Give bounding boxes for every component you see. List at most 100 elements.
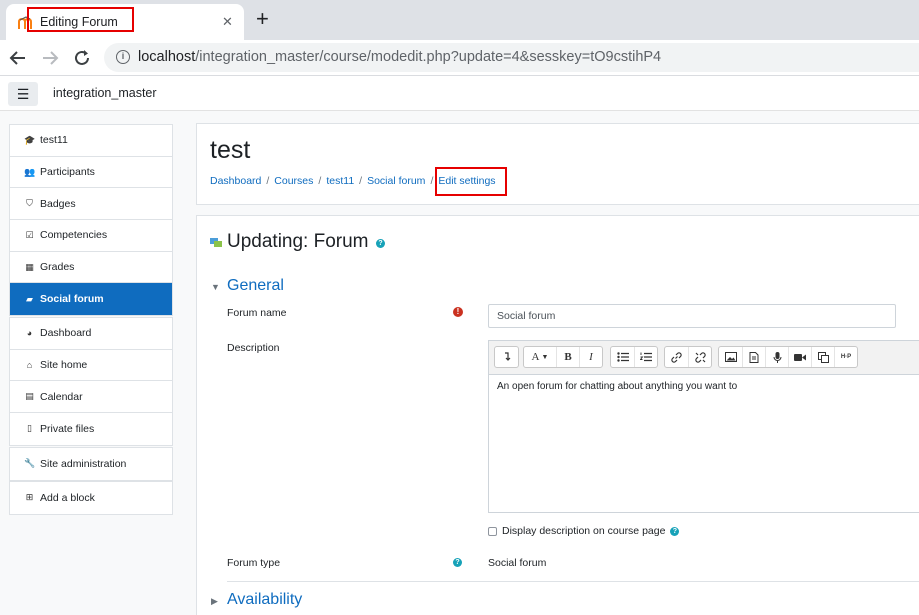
sidebar-item-site-home[interactable]: ⌂ Site home <box>10 350 172 382</box>
section-availability-header[interactable]: Availability <box>227 591 302 609</box>
manage-files-button[interactable] <box>811 347 834 367</box>
new-tab-button[interactable]: + <box>256 8 269 30</box>
add-block-nav-block: ⊞ Add a block <box>9 481 173 515</box>
help-icon[interactable]: ? <box>670 526 680 536</box>
arrow-right-icon <box>43 51 59 65</box>
page-header-card: test Dashboard / Courses / test11/Social for… <box>196 123 919 205</box>
admin-nav-block: 🔧 Site administration <box>9 447 173 481</box>
sidebar-item-dashboard[interactable]: ◕ Dashboard <box>10 318 172 350</box>
graduation-cap-icon: 🎓 <box>24 134 36 145</box>
toolbar-group-style: A ▼ B I <box>523 346 603 368</box>
link-button[interactable] <box>665 347 688 367</box>
toolbar-group-links <box>664 346 712 368</box>
display-description-label: Display description on course page <box>502 525 666 537</box>
sidebar-item-private-files[interactable]: ▯ Private files <box>10 413 172 445</box>
add-block-button[interactable]: ⊞ Add a block <box>10 482 172 514</box>
plus-square-icon: ⊞ <box>25 492 34 503</box>
help-icon[interactable]: ? <box>453 558 462 567</box>
address-bar[interactable]: i localhost/integration_master/course/mo… <box>104 43 919 72</box>
description-label: Description <box>227 342 280 354</box>
italic-button[interactable]: I <box>579 347 602 367</box>
forum-type-label: Forum type <box>227 557 281 569</box>
breadcrumb-social-forum[interactable]: Social forum <box>367 175 425 187</box>
document-icon <box>749 351 759 363</box>
microphone-icon <box>773 351 781 363</box>
breadcrumb-dashboard[interactable]: Dashboard <box>210 175 261 187</box>
section-general-header[interactable]: General <box>227 277 284 295</box>
site-info-icon[interactable]: i <box>116 50 130 64</box>
unordered-list-button[interactable] <box>611 347 634 367</box>
close-tab-icon[interactable]: ✕ <box>222 14 233 30</box>
wrench-icon: 🔧 <box>24 458 36 469</box>
forum-name-input[interactable] <box>488 304 896 328</box>
bullet-list-icon <box>616 352 629 362</box>
chevron-right-icon[interactable]: ▶ <box>211 596 218 607</box>
media-manager-button[interactable] <box>742 347 765 367</box>
sidebar-item-test11[interactable]: 🎓 test11 <box>10 125 172 157</box>
calendar-icon: ▤ <box>25 391 34 402</box>
insert-image-button[interactable] <box>719 347 742 367</box>
url-text: localhost/integration_master/course/mode… <box>138 49 662 65</box>
record-video-button[interactable] <box>788 347 811 367</box>
site-name-link[interactable]: integration_master <box>53 86 157 100</box>
reload-icon <box>75 50 89 65</box>
browser-tab-strip: Editing Forum ✕ + <box>0 0 919 40</box>
description-editor: A ▼ B I H·P An open forum for chatting a… <box>488 340 919 513</box>
record-audio-button[interactable] <box>765 347 788 367</box>
menu-toggle-button[interactable]: ☰ <box>8 82 38 106</box>
table-icon: ▦ <box>25 261 34 272</box>
sidebar-item-grades[interactable]: ▦ Grades <box>10 252 172 284</box>
files-icon <box>817 351 829 363</box>
video-camera-icon <box>794 353 806 361</box>
font-icon: A <box>531 351 540 363</box>
unlink-button[interactable] <box>688 347 711 367</box>
back-button[interactable] <box>6 46 30 70</box>
h5p-button[interactable]: H·P <box>834 347 857 367</box>
numbered-list-icon <box>640 352 652 362</box>
sidebar-item-competencies[interactable]: ☑ Competencies <box>10 220 172 252</box>
sidebar-item-badges[interactable]: ⛉ Badges <box>10 188 172 221</box>
bold-button[interactable]: B <box>556 347 579 367</box>
sidebar-item-site-administration[interactable]: 🔧 Site administration <box>10 448 172 480</box>
dashboard-icon: ◕ <box>26 327 33 338</box>
sidebar-item-participants[interactable]: 👥 Participants <box>10 157 172 189</box>
help-icon[interactable]: ? <box>376 239 385 248</box>
image-icon <box>724 352 737 362</box>
forward-button[interactable] <box>38 46 62 70</box>
tab-highlight-box <box>27 7 134 32</box>
site-nav-block: ◕ Dashboard ⌂ Site home ▤ Calendar ▯ Private… <box>9 317 173 446</box>
show-more-buttons-button[interactable] <box>495 347 518 367</box>
course-nav-block: 🎓 test11 👥 Participants ⛉ Badges ☑ Competenc… <box>9 124 173 317</box>
editor-toolbar: A ▼ B I H·P <box>489 341 919 375</box>
ordered-list-button[interactable] <box>634 347 657 367</box>
breadcrumb-test11[interactable]: test11 <box>326 175 354 187</box>
sidebar-item-calendar[interactable]: ▤ Calendar <box>10 381 172 414</box>
main-form-card: Updating: Forum ? ▼ General Forum name !… <box>196 215 919 615</box>
description-text-area[interactable]: An open forum for chatting about anythin… <box>489 375 919 398</box>
reload-button[interactable] <box>70 46 94 70</box>
breadcrumb-courses[interactable]: Courses <box>274 175 313 187</box>
breadcrumb-highlight-box <box>435 167 507 196</box>
users-icon: 👥 <box>24 166 36 177</box>
sidebar-item-social-forum[interactable]: ▰ Social forum <box>10 283 172 316</box>
home-icon: ⌂ <box>26 359 33 370</box>
checkbox-icon: ☑ <box>25 229 34 240</box>
display-description-checkbox[interactable] <box>488 526 497 536</box>
file-icon: ▯ <box>27 423 32 434</box>
form-heading: Updating: Forum <box>227 231 369 252</box>
toolbar-group-collapse <box>494 346 519 368</box>
browser-toolbar: i localhost/integration_master/course/mo… <box>0 40 919 76</box>
forum-icon <box>210 238 222 247</box>
page-title: test <box>210 136 251 164</box>
link-icon <box>671 351 682 363</box>
forum-icon: ▰ <box>26 293 33 304</box>
unlink-icon <box>694 351 706 363</box>
toolbar-group-media: H·P <box>718 346 858 368</box>
display-description-row: Display description on course page ? <box>488 525 680 537</box>
forum-type-value: Social forum <box>488 557 547 569</box>
site-navbar: ☰ integration_master <box>0 77 919 111</box>
forum-name-label: Forum name <box>227 307 287 319</box>
chevron-down-icon[interactable]: ▼ <box>211 282 220 292</box>
shield-icon: ⛉ <box>26 198 33 209</box>
paragraph-styles-button[interactable]: A ▼ <box>524 347 556 367</box>
